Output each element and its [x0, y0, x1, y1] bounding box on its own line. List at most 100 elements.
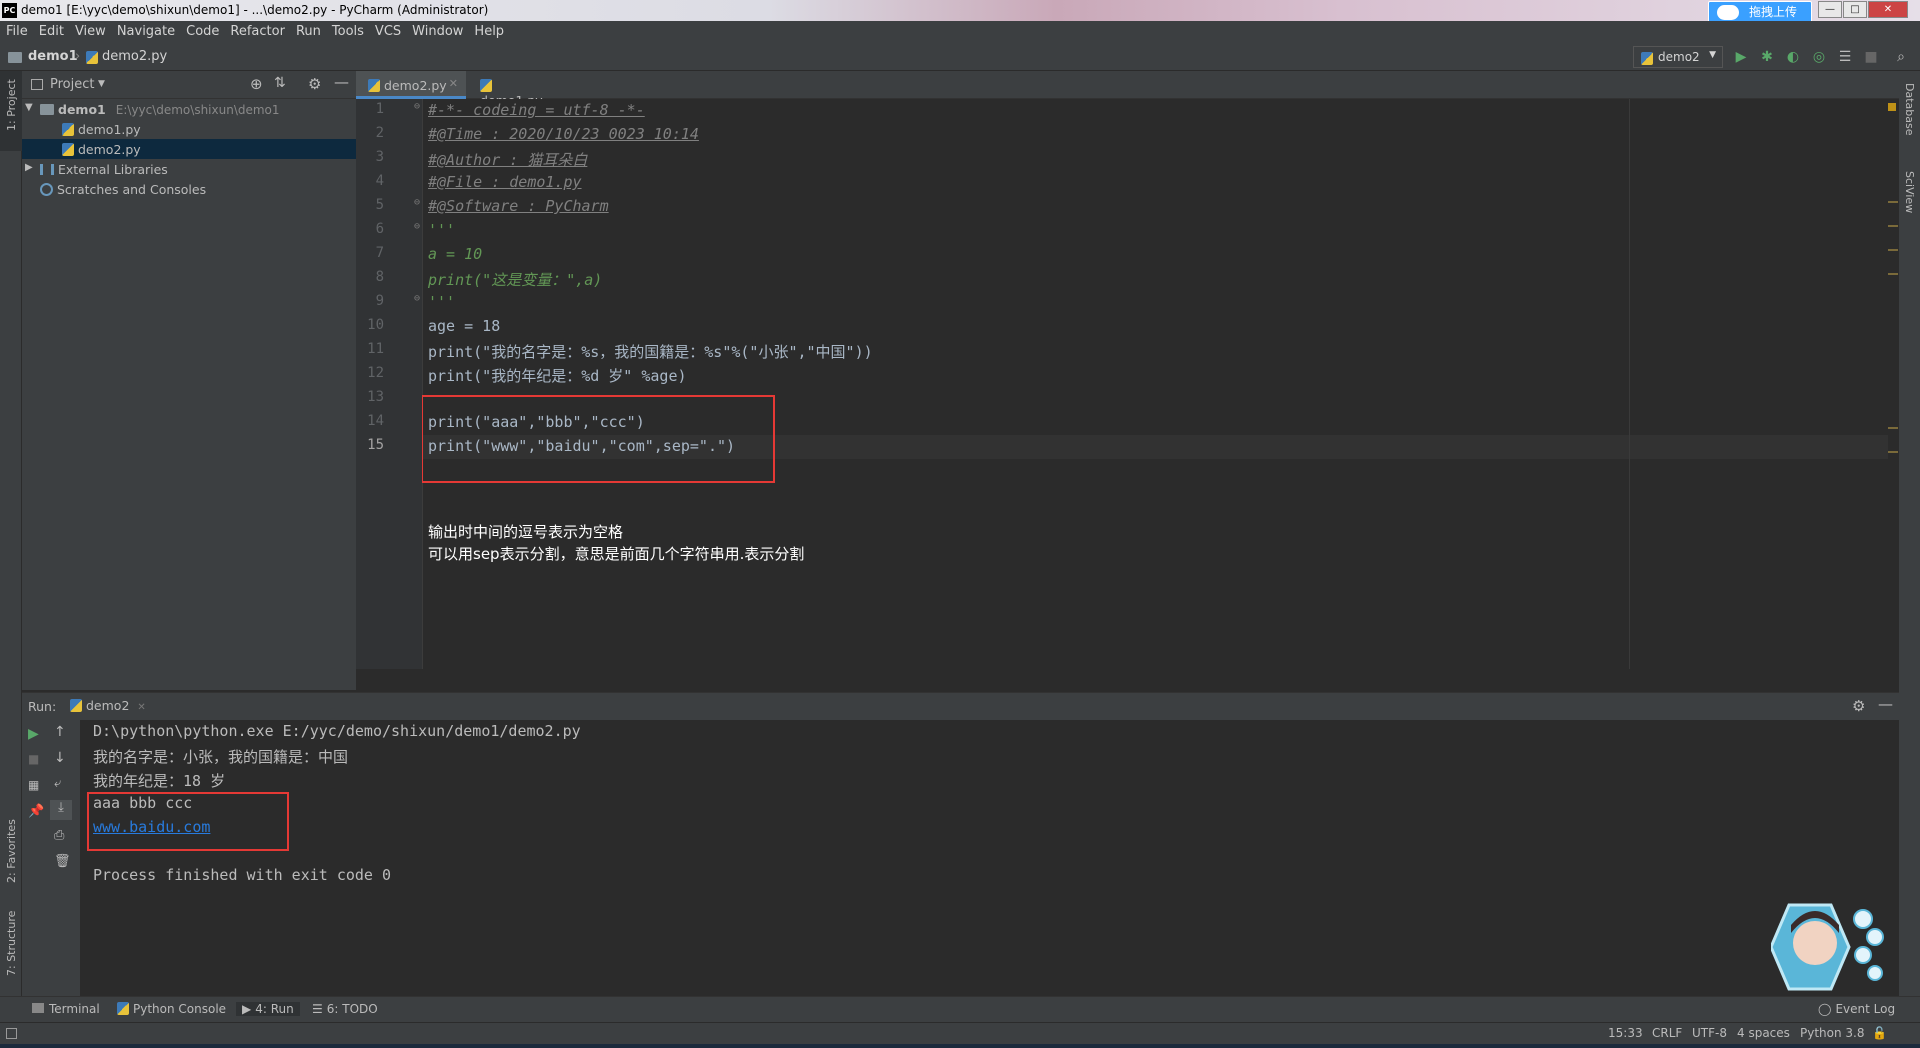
- concurrency-icon[interactable]: ☰: [1837, 49, 1853, 65]
- menu-help[interactable]: Help: [468, 21, 509, 39]
- menu-tools[interactable]: Tools: [326, 21, 369, 39]
- todo-tab[interactable]: ☰ 6: TODO: [312, 1002, 378, 1016]
- event-log-tab[interactable]: ◯ Event Log: [1818, 1002, 1895, 1016]
- menu-run[interactable]: Run: [290, 21, 326, 39]
- code-editor[interactable]: #-*- codeing = utf-8 -*- #@Time : 2020/1…: [422, 99, 1888, 669]
- chevron-down-icon[interactable]: ▼: [25, 102, 33, 113]
- tree-item-external-libraries[interactable]: ▶ External Libraries: [22, 159, 356, 179]
- coverage-icon[interactable]: ◐: [1785, 49, 1801, 65]
- run-toolbar: ▶ ■ ▦ 📌 ↑ ↓ ⤶ ⤓ ⎙ 🗑: [22, 720, 80, 996]
- tree-item-demo1-py[interactable]: demo1.py: [22, 119, 356, 139]
- code-line: print("我的年纪是：%d 岁" %age): [428, 367, 687, 385]
- pin-icon[interactable]: 📌: [28, 804, 44, 819]
- line-number: 13: [367, 389, 384, 405]
- run-panel-header: Run: demo2 ✕ ⚙ —: [22, 692, 1899, 720]
- hide-panel-icon[interactable]: —: [1878, 695, 1893, 713]
- code-line: #@Author : 猫耳朵白: [428, 151, 588, 169]
- profile-icon[interactable]: ◎: [1811, 49, 1827, 65]
- tab-demo2-py[interactable]: demo2.py ✕: [356, 71, 466, 99]
- tree-item-demo1-folder[interactable]: ▼ demo1 E:\yyc\demo\shixun\demo1: [22, 99, 356, 119]
- avatar[interactable]: [1771, 903, 1891, 991]
- run-tab-demo2[interactable]: demo2: [86, 698, 129, 713]
- line-number: 9: [375, 293, 384, 309]
- lock-icon[interactable]: 🔓: [1872, 1026, 1887, 1040]
- favorites-tool-tab[interactable]: 2: Favorites: [5, 819, 18, 883]
- project-panel-title[interactable]: Project: [50, 77, 94, 92]
- stop-icon[interactable]: ■: [1863, 49, 1879, 65]
- tree-item-scratches[interactable]: Scratches and Consoles: [22, 179, 356, 199]
- minimize-button[interactable]: —: [1818, 1, 1842, 18]
- sciview-tool-tab[interactable]: SciView: [1903, 171, 1916, 213]
- fold-icon[interactable]: ⊖: [414, 197, 420, 208]
- maximize-button[interactable]: □: [1843, 1, 1867, 18]
- scroll-marker: [1888, 451, 1898, 453]
- gear-icon[interactable]: ⚙: [308, 75, 321, 93]
- console-line: 我的名字是：小张，我的国籍是：中国: [93, 748, 349, 766]
- terminal-tab[interactable]: Terminal: [32, 1002, 100, 1016]
- arrow-down-icon[interactable]: ↓: [54, 750, 66, 766]
- line-number: 4: [375, 173, 384, 189]
- breadcrumb-project[interactable]: demo1: [28, 49, 78, 64]
- hide-panel-icon[interactable]: —: [334, 73, 349, 91]
- fold-icon[interactable]: ⊖: [414, 293, 420, 304]
- stop-icon[interactable]: ■: [28, 752, 39, 766]
- project-tool-tab[interactable]: 1: Project: [0, 71, 22, 151]
- close-icon[interactable]: ✕: [449, 77, 458, 90]
- menu-edit[interactable]: Edit: [33, 21, 69, 39]
- scroll-marker: [1888, 427, 1898, 429]
- menu-file[interactable]: File: [0, 21, 33, 39]
- structure-tool-tab[interactable]: 7: Structure: [5, 911, 18, 976]
- scroll-marker: [1888, 225, 1898, 227]
- indent-setting[interactable]: 4 spaces: [1737, 1026, 1790, 1040]
- menu-view[interactable]: View: [69, 21, 111, 39]
- run-config-select[interactable]: demo2 ▼: [1633, 46, 1723, 68]
- run-icon[interactable]: ▶: [1733, 49, 1749, 65]
- run-tool-tab[interactable]: ▶ 4: Run: [236, 1002, 300, 1016]
- locate-icon[interactable]: ⊕: [250, 75, 263, 93]
- line-number: 10: [367, 317, 384, 333]
- menu-refactor[interactable]: Refactor: [224, 21, 290, 39]
- editor-scrollbar[interactable]: [1888, 99, 1899, 669]
- python-console-tab[interactable]: Python Console: [117, 1002, 226, 1016]
- chevron-right-icon[interactable]: ▶: [25, 162, 33, 173]
- tree-item-label: demo1.py: [78, 122, 141, 137]
- scroll-to-end-icon[interactable]: ⤓: [50, 800, 72, 820]
- menu-window[interactable]: Window: [406, 21, 468, 39]
- python-file-icon: [62, 143, 74, 156]
- breadcrumb-file[interactable]: demo2.py: [102, 49, 167, 64]
- code-line: ''': [428, 221, 456, 239]
- rerun-icon[interactable]: ▶: [28, 726, 39, 742]
- python-interpreter[interactable]: Python 3.8: [1800, 1026, 1865, 1040]
- run-console[interactable]: D:\python\python.exe E:/yyc/demo/shixun/…: [80, 720, 1899, 996]
- list-icon: ☰: [312, 1002, 323, 1016]
- tree-item-demo2-py[interactable]: demo2.py: [22, 139, 356, 159]
- collapse-all-icon[interactable]: ⇅: [274, 75, 286, 91]
- warning-marker-icon[interactable]: [1888, 103, 1896, 111]
- layout-icon[interactable]: ▦: [28, 778, 39, 792]
- caret-position[interactable]: 15:33: [1608, 1026, 1643, 1040]
- trash-icon[interactable]: 🗑: [54, 854, 71, 869]
- debug-icon[interactable]: ✱: [1759, 49, 1775, 65]
- scroll-marker: [1888, 201, 1898, 203]
- arrow-up-icon[interactable]: ↑: [54, 724, 66, 740]
- print-icon[interactable]: ⎙: [54, 828, 64, 843]
- chevron-down-icon[interactable]: ▼: [98, 79, 105, 89]
- tree-item-label: Scratches and Consoles: [57, 182, 207, 197]
- line-number: 12: [367, 365, 384, 381]
- close-icon[interactable]: ✕: [137, 702, 145, 713]
- menu-code[interactable]: Code: [180, 21, 224, 39]
- fold-icon[interactable]: ⊖: [414, 221, 420, 232]
- gear-icon[interactable]: ⚙: [1852, 697, 1865, 715]
- tool-window-toggle-icon[interactable]: [6, 1028, 17, 1039]
- close-window-button[interactable]: ✕: [1868, 1, 1908, 18]
- soft-wrap-icon[interactable]: ⤶: [54, 776, 61, 791]
- tab-demo1-py[interactable]: demo1.py: [468, 71, 568, 108]
- database-tool-tab[interactable]: Database: [1903, 83, 1916, 136]
- menu-vcs[interactable]: VCS: [369, 21, 406, 39]
- line-separator[interactable]: CRLF: [1652, 1026, 1682, 1040]
- python-file-icon: [70, 699, 82, 712]
- menu-navigate[interactable]: Navigate: [111, 21, 180, 39]
- file-encoding[interactable]: UTF-8: [1692, 1026, 1727, 1040]
- fold-icon[interactable]: ⊖: [414, 101, 420, 112]
- search-icon[interactable]: ⌕: [1893, 49, 1909, 65]
